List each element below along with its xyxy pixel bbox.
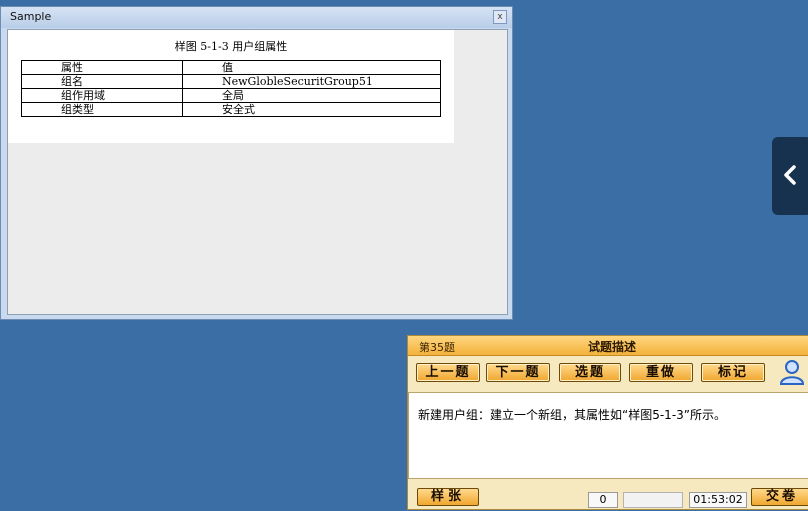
question-description: 新建用户组：建立一个新组，其属性如“样图5-1-3”所示。: [408, 392, 808, 479]
table-cell: 组名: [21, 74, 183, 89]
timer-display: 01:53:02: [689, 492, 747, 508]
close-icon[interactable]: x: [493, 10, 507, 24]
next-question-button[interactable]: 下一题: [486, 363, 550, 382]
sample-titlebar[interactable]: Sample x: [1, 7, 512, 28]
table-row: 组名 NewGlobleSecuritGroup51: [21, 74, 441, 89]
count-display: 0: [588, 492, 618, 508]
exam-toolbar: 上一题 下一题 选题 重做 标记: [408, 357, 808, 387]
sample-window-title: Sample: [10, 10, 52, 23]
exam-footer: 样张 0 01:53:02 交卷: [408, 483, 808, 511]
question-text: 新建用户组：建立一个新组，其属性如“样图5-1-3”所示。: [418, 408, 727, 422]
sample-button[interactable]: 样张: [417, 488, 479, 506]
question-number: 第35题: [419, 341, 455, 354]
chevron-left-icon: [784, 165, 796, 185]
sample-paper: 样图 5-1-3 用户组属性 属性 值 组名 NewGlobleSecuritG…: [8, 30, 454, 143]
table-cell: 安全式: [182, 102, 441, 117]
exam-panel: 第35题 试题描述 上一题 下一题 选题 重做 标记 新建用户组：建立一个新组，…: [407, 335, 808, 510]
prev-question-button[interactable]: 上一题: [416, 363, 480, 382]
table-cell: 组类型: [21, 102, 183, 117]
select-question-button[interactable]: 选题: [559, 363, 621, 382]
mark-button[interactable]: 标记: [701, 363, 765, 382]
table-cell: 组作用域: [21, 88, 183, 103]
table-header-row: 属性 值: [21, 60, 441, 75]
status-field: [623, 492, 683, 508]
submit-button[interactable]: 交卷: [751, 488, 808, 506]
figure-caption: 样图 5-1-3 用户组属性: [174, 40, 288, 53]
table-cell: NewGlobleSecuritGroup51: [182, 74, 441, 89]
panel-title: 试题描述: [588, 340, 637, 354]
table-cell: 全局: [182, 88, 441, 103]
table-header-cell: 属性: [21, 60, 183, 75]
sample-content: 样图 5-1-3 用户组属性 属性 值 组名 NewGlobleSecuritG…: [7, 29, 508, 315]
table-row: 组类型 安全式: [21, 102, 441, 117]
attribute-table: 属性 值 组名 NewGlobleSecuritGroup51 组作用域 全局 …: [21, 60, 441, 117]
user-icon[interactable]: [778, 358, 806, 386]
table-row: 组作用域 全局: [21, 88, 441, 103]
table-header-cell: 值: [182, 60, 441, 75]
side-collapse-tab[interactable]: [772, 137, 808, 215]
redo-button[interactable]: 重做: [629, 363, 693, 382]
sample-window: Sample x 样图 5-1-3 用户组属性 属性 值 组名 NewGlobl…: [0, 6, 513, 320]
exam-header: 第35题 试题描述: [408, 336, 808, 356]
